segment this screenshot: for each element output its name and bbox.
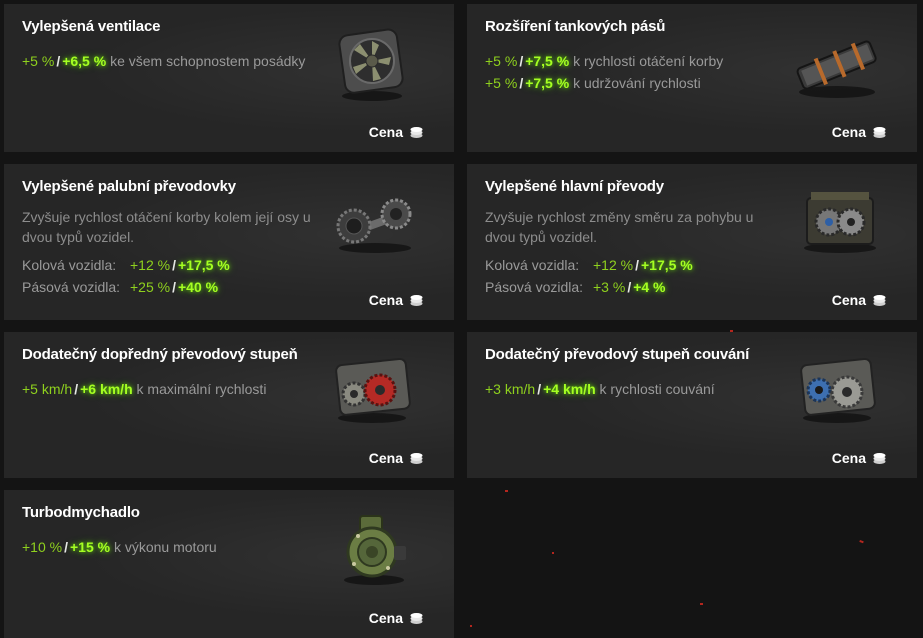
price: Cena xyxy=(832,450,887,466)
price: Cena xyxy=(369,292,424,308)
bonus-value: +6 km/h xyxy=(80,381,133,397)
card-additional-reverse-gear[interactable]: Dodatečný převodový stupeň couvání +3 km… xyxy=(467,332,917,478)
credits-coin-icon xyxy=(410,294,423,306)
credits-coin-icon xyxy=(873,294,886,306)
bonus-value: +7,5 % xyxy=(525,53,570,69)
credits-coin-icon xyxy=(873,126,886,138)
card-extended-tracks[interactable]: Rozšíření tankových pásů +5 % / +7,5 % k r… xyxy=(467,4,917,152)
price: Cena xyxy=(832,124,887,140)
price-label: Cena xyxy=(831,450,866,466)
bonus-value: +40 % xyxy=(177,279,219,295)
base-value: +12 % xyxy=(593,257,634,273)
price: Cena xyxy=(832,292,887,308)
base-value: +10 % xyxy=(22,539,63,555)
price-label: Cena xyxy=(831,124,866,140)
price: Cena xyxy=(369,450,424,466)
effect-text: k udržování rychlosti xyxy=(573,75,701,91)
bonus-value: +6,5 % xyxy=(62,53,107,69)
bonus-value: +4 km/h xyxy=(543,381,596,397)
bonus-value: +17,5 % xyxy=(640,257,693,273)
base-value: +5 km/h xyxy=(22,381,73,397)
bonus-value: +7,5 % xyxy=(525,75,570,91)
stat-label: Kolová vozidla: xyxy=(22,257,117,273)
base-value: +12 % xyxy=(130,257,171,273)
value-separator: / xyxy=(74,381,79,397)
ventilation-fan-icon xyxy=(332,24,412,109)
price-label: Cena xyxy=(831,292,866,308)
price: Cena xyxy=(369,610,424,626)
effect-text: k maximální rychlosti xyxy=(136,381,267,397)
card-improved-final-drives[interactable]: Vylepšené palubní převodovky Zvyšuje ryc… xyxy=(4,164,454,320)
base-value: +25 % xyxy=(130,279,171,295)
effect-text: ke všem schopnostem posádky xyxy=(110,53,306,69)
base-value: +3 % xyxy=(593,279,626,295)
effect-text: k výkonu motoru xyxy=(113,539,217,555)
card-improved-ventilation[interactable]: Vylepšená ventilace +5 % / +6,5 % ke všem … xyxy=(4,4,454,152)
price-label: Cena xyxy=(368,610,403,626)
final-drive-gears-icon xyxy=(332,190,418,265)
effect-text: k rychlosti couvání xyxy=(599,381,715,397)
bonus-value: +4 % xyxy=(633,279,666,295)
turbocharger-icon xyxy=(334,510,414,595)
stat-label: Pásová vozidla: xyxy=(485,279,584,295)
price-label: Cena xyxy=(368,124,403,140)
value-separator: / xyxy=(172,279,176,295)
forward-gear-red-icon xyxy=(330,352,414,433)
card-turbocharger[interactable]: Turbodmychadlo +10 % / +15 % k výkonu moto… xyxy=(4,490,454,638)
card-additional-forward-gear[interactable]: Dodatečný dopředný převodový stupeň +5 k… xyxy=(4,332,454,478)
card-description: Zvyšuje rychlost změny směru za pohybu u… xyxy=(485,209,754,245)
price-label: Cena xyxy=(368,450,403,466)
effect-text: k rychlosti otáčení korby xyxy=(573,53,724,69)
price-label: Cena xyxy=(368,292,403,308)
bonus-value: +17,5 % xyxy=(177,257,230,273)
stat-label: Kolová vozidla: xyxy=(485,257,580,273)
card-improved-main-gears[interactable]: Vylepšené hlavní převody Zvyšuje rychlos… xyxy=(467,164,917,320)
bonus-value: +15 % xyxy=(69,539,111,555)
card-description: Zvyšuje rychlost otáčení korby kolem jej… xyxy=(22,209,311,245)
credits-coin-icon xyxy=(410,612,423,624)
credits-coin-icon xyxy=(873,452,886,464)
base-value: +5 % xyxy=(22,53,55,69)
base-value: +5 % xyxy=(485,53,518,69)
stat-label: Pásová vozidla: xyxy=(22,279,121,295)
base-value: +3 km/h xyxy=(485,381,536,397)
track-link-icon xyxy=(792,26,882,111)
reverse-gear-blue-icon xyxy=(795,352,879,433)
main-gearbox-icon xyxy=(797,184,883,265)
value-separator: / xyxy=(172,257,176,273)
value-separator: / xyxy=(64,539,68,555)
price: Cena xyxy=(369,124,424,140)
value-separator: / xyxy=(635,257,639,273)
base-value: +5 % xyxy=(485,75,518,91)
value-separator: / xyxy=(537,381,542,397)
credits-coin-icon xyxy=(410,126,423,138)
credits-coin-icon xyxy=(410,452,423,464)
